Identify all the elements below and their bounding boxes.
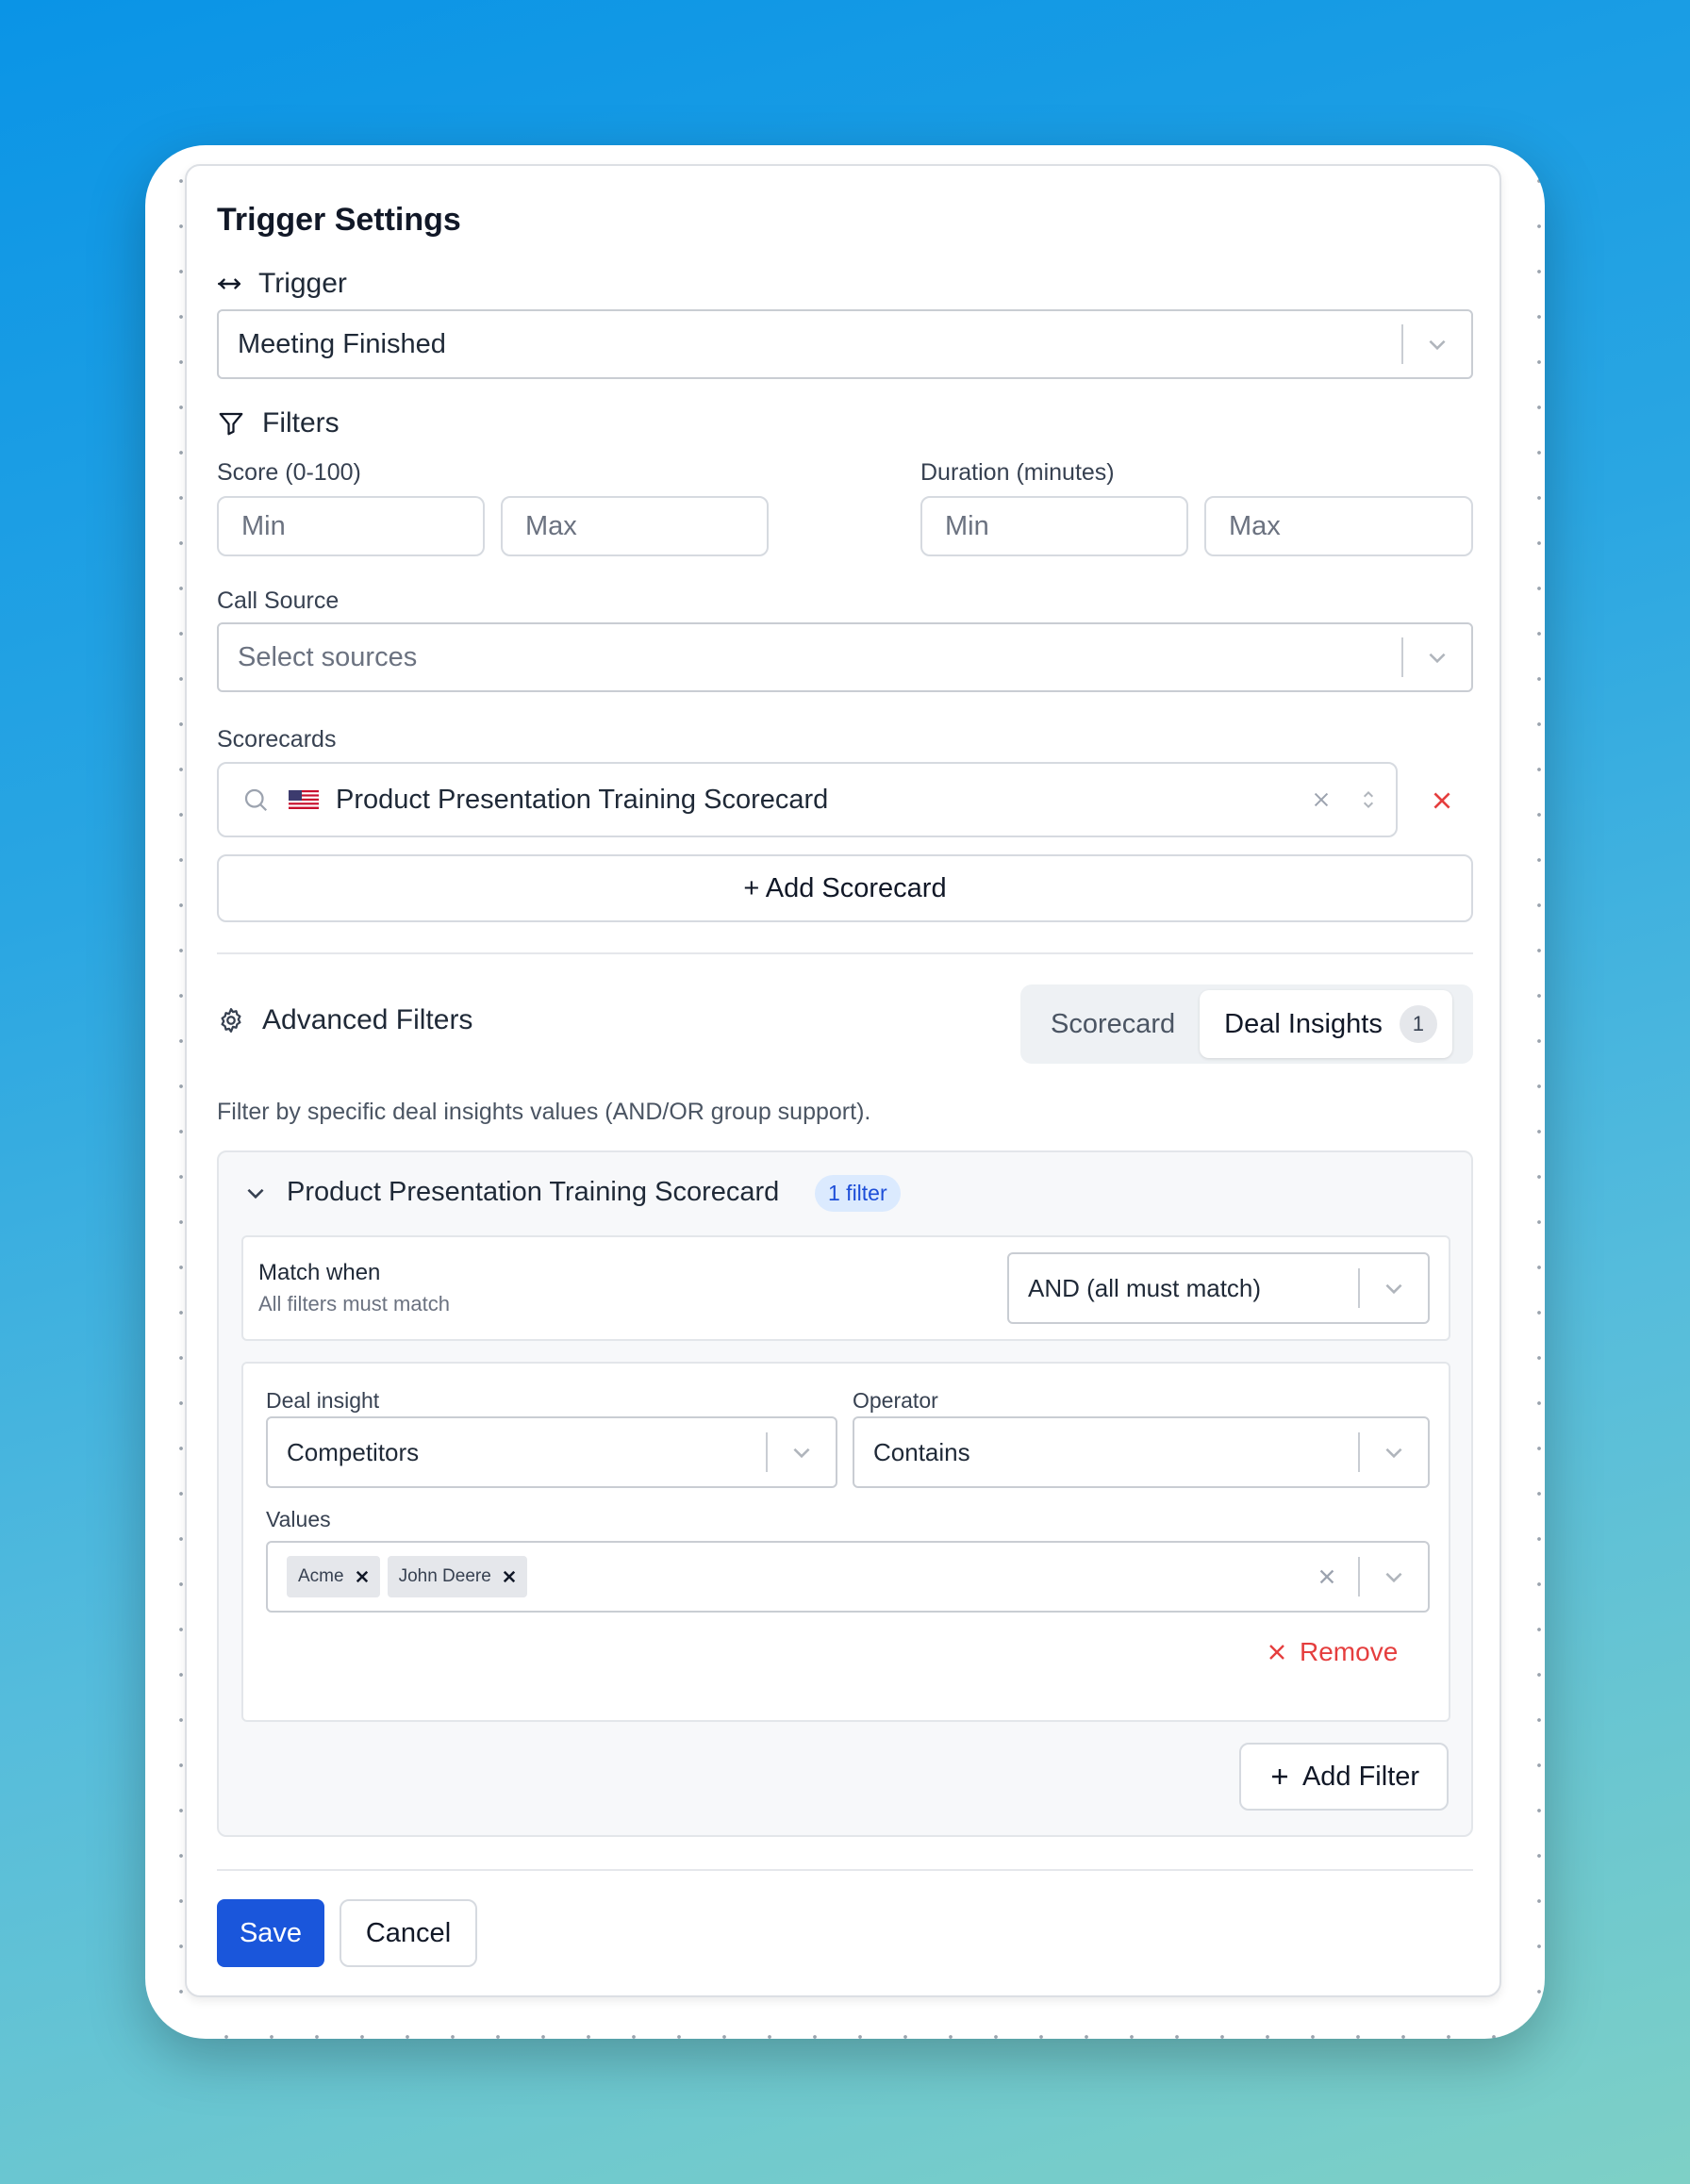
values-multiselect[interactable]: Acme John Deere bbox=[266, 1541, 1430, 1613]
trigger-heading: Trigger bbox=[217, 268, 347, 300]
chevron-down-icon[interactable] bbox=[243, 1181, 268, 1205]
filter-group: Product Presentation Training Scorecard … bbox=[217, 1150, 1473, 1837]
gear-icon bbox=[221, 1008, 241, 1033]
call-source-label: Call Source bbox=[217, 587, 340, 614]
remove-scorecard-icon[interactable] bbox=[1430, 788, 1454, 813]
call-source-select[interactable]: Select sources bbox=[217, 622, 1473, 692]
match-when-subtitle: All filters must match bbox=[258, 1292, 450, 1315]
chevron-down-icon[interactable] bbox=[1360, 1276, 1428, 1300]
operator-select[interactable]: Contains bbox=[853, 1416, 1430, 1488]
filter-row-panel: Deal insight Competitors Operator Contai… bbox=[241, 1362, 1450, 1722]
score-label: Score (0-100) bbox=[217, 459, 361, 486]
clear-icon[interactable] bbox=[1311, 789, 1332, 810]
match-when-title: Match when bbox=[258, 1260, 381, 1285]
filters-heading: Filters bbox=[217, 407, 340, 439]
scorecard-selected-value: Product Presentation Training Scorecard bbox=[336, 784, 829, 815]
advanced-filters-label: Advanced Filters bbox=[262, 1004, 473, 1035]
cancel-button[interactable]: Cancel bbox=[340, 1899, 477, 1967]
match-mode-value: AND (all must match) bbox=[1028, 1273, 1262, 1302]
save-button[interactable]: Save bbox=[217, 1899, 324, 1967]
scorecards-label: Scorecards bbox=[217, 726, 337, 753]
footer-divider bbox=[217, 1869, 1473, 1871]
trigger-select[interactable]: Meeting Finished bbox=[217, 309, 1473, 379]
filter-count-badge: 1 filter bbox=[815, 1175, 901, 1212]
chevron-down-icon[interactable] bbox=[1360, 1440, 1428, 1464]
page-title: Trigger Settings bbox=[217, 202, 461, 238]
remove-chip-icon[interactable] bbox=[501, 1568, 518, 1585]
call-source-placeholder: Select sources bbox=[238, 641, 418, 672]
operator-value: Contains bbox=[873, 1437, 970, 1466]
value-chip: John Deere bbox=[387, 1556, 527, 1597]
score-min-input[interactable]: Min bbox=[217, 496, 485, 556]
advanced-tabs: Scorecard Deal Insights 1 bbox=[1020, 984, 1473, 1064]
duration-max-input[interactable]: Max bbox=[1204, 496, 1473, 556]
section-divider bbox=[217, 952, 1473, 954]
chevron-down-icon[interactable] bbox=[1403, 332, 1471, 356]
filter-group-title: Product Presentation Training Scorecard bbox=[287, 1177, 780, 1207]
score-max-input[interactable]: Max bbox=[501, 496, 769, 556]
advanced-filters-heading: Advanced Filters bbox=[217, 1004, 472, 1036]
deal-insight-select[interactable]: Competitors bbox=[266, 1416, 837, 1488]
operator-label: Operator bbox=[853, 1388, 938, 1413]
remove-chip-icon[interactable] bbox=[354, 1568, 371, 1585]
remove-filter-label: Remove bbox=[1300, 1637, 1399, 1666]
chevron-down-icon[interactable] bbox=[1360, 1564, 1428, 1589]
deal-insight-label: Deal insight bbox=[266, 1388, 380, 1413]
value-chip-label: John Deere bbox=[398, 1566, 491, 1586]
duration-min-input[interactable]: Min bbox=[920, 496, 1188, 556]
sort-chevrons-icon[interactable] bbox=[1360, 787, 1377, 812]
match-mode-select[interactable]: AND (all must match) bbox=[1007, 1252, 1430, 1324]
remove-filter-button[interactable]: Remove bbox=[1266, 1637, 1398, 1667]
value-chip-label: Acme bbox=[298, 1566, 344, 1586]
tab-deal-insights-label: Deal Insights bbox=[1224, 1008, 1383, 1039]
us-flag-icon bbox=[289, 790, 319, 809]
close-icon bbox=[1269, 1645, 1284, 1660]
chevron-down-icon[interactable] bbox=[768, 1440, 836, 1464]
clear-icon[interactable] bbox=[1317, 1566, 1337, 1587]
trigger-icon bbox=[217, 278, 241, 290]
trigger-settings-card: Trigger Settings Trigger Meeting Finishe… bbox=[185, 164, 1501, 1997]
match-when-panel: Match when All filters must match AND (a… bbox=[241, 1235, 1450, 1341]
tab-count-badge: 1 bbox=[1399, 1005, 1437, 1043]
tab-deal-insights[interactable]: Deal Insights 1 bbox=[1200, 990, 1452, 1058]
value-chip: Acme bbox=[287, 1556, 380, 1597]
add-scorecard-button[interactable]: + Add Scorecard bbox=[217, 854, 1473, 922]
chevron-down-icon[interactable] bbox=[1403, 645, 1471, 670]
trigger-select-value: Meeting Finished bbox=[238, 328, 446, 359]
funnel-icon bbox=[219, 412, 243, 436]
filters-label: Filters bbox=[262, 407, 340, 438]
add-filter-label: Add Filter bbox=[1301, 1761, 1420, 1792]
values-label: Values bbox=[266, 1507, 331, 1531]
deal-insight-value: Competitors bbox=[287, 1437, 420, 1466]
values-chip-list: Acme John Deere bbox=[268, 1556, 1317, 1597]
advanced-description: Filter by specific deal insights values … bbox=[217, 1099, 871, 1125]
tab-scorecard[interactable]: Scorecard bbox=[1026, 990, 1200, 1058]
duration-label: Duration (minutes) bbox=[920, 459, 1115, 486]
trigger-label: Trigger bbox=[258, 268, 347, 299]
scorecard-combobox[interactable]: Product Presentation Training Scorecard bbox=[217, 762, 1398, 837]
search-icon bbox=[244, 788, 268, 812]
add-filter-button[interactable]: Add Filter bbox=[1239, 1743, 1449, 1811]
plus-icon bbox=[1271, 1769, 1287, 1784]
